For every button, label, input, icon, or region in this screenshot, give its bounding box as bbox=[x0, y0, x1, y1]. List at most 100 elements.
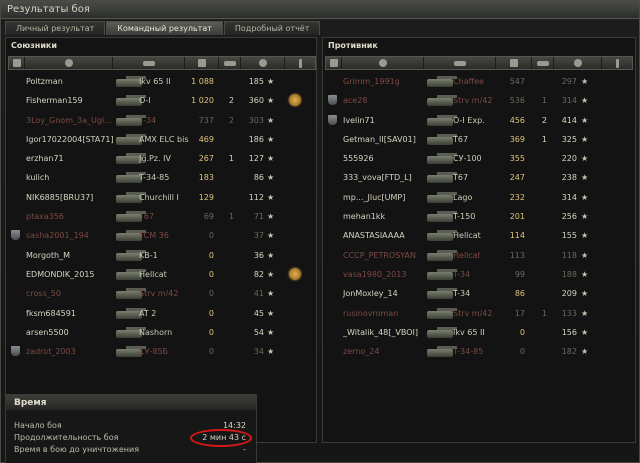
player-name: 333_vova[FTD_L] bbox=[343, 173, 412, 183]
player-name: _Witalik_48[_VBOI] bbox=[343, 327, 418, 337]
tab-team-result[interactable]: Командный результат bbox=[106, 21, 223, 35]
star-icon: ★ bbox=[267, 289, 275, 299]
damage-value: 201 bbox=[509, 212, 525, 222]
vehicle-icon bbox=[423, 227, 457, 243]
vehicle-name: T-34 bbox=[453, 269, 471, 279]
vehicle-name: Ikv 65 II bbox=[139, 77, 171, 86]
clan-column-header[interactable] bbox=[9, 57, 25, 69]
player-name: ace28 bbox=[343, 96, 368, 106]
damage-value: 247 bbox=[509, 173, 525, 183]
star-icon: ★ bbox=[581, 308, 589, 318]
xp-value: 297 bbox=[561, 77, 577, 86]
player-name: erzhan71 bbox=[26, 154, 64, 164]
player-column-header[interactable] bbox=[342, 57, 424, 69]
frags-value: 1 bbox=[541, 134, 547, 144]
damage-value: 0 bbox=[208, 347, 214, 357]
damage-value: 69 bbox=[203, 212, 214, 222]
star-icon: ★ bbox=[581, 327, 589, 337]
clan-emblem-icon bbox=[328, 95, 337, 106]
star-icon: ★ bbox=[581, 77, 589, 86]
xp-value: 314 bbox=[561, 192, 577, 202]
vehicle-icon bbox=[423, 285, 457, 301]
player-name: Fisherman159 bbox=[26, 96, 83, 106]
vehicle-name: Churchill I bbox=[139, 192, 179, 202]
damage-value: 0 bbox=[208, 250, 214, 260]
xp-value: 54 bbox=[253, 327, 264, 337]
achievement-medal-icon[interactable] bbox=[289, 94, 301, 107]
damage-column-header[interactable] bbox=[496, 57, 532, 69]
damage-value: 267 bbox=[198, 154, 214, 164]
player-name: CCCP_PETROSYAN bbox=[343, 250, 417, 260]
xp-column-header[interactable] bbox=[241, 57, 285, 69]
vehicle-name: Hellcat bbox=[139, 269, 167, 279]
vehicle-name: O-I bbox=[139, 96, 151, 106]
achievement-medal-icon[interactable] bbox=[289, 267, 301, 280]
player-name: JonMoxley_14 bbox=[343, 289, 398, 299]
frags-icon bbox=[223, 60, 236, 66]
damage-value: 129 bbox=[198, 192, 214, 202]
damage-value: 183 bbox=[198, 173, 214, 183]
star-icon: ★ bbox=[581, 154, 589, 164]
damage-value: 536 bbox=[509, 96, 525, 106]
vehicle-name: СУ-100 bbox=[453, 154, 482, 164]
vehicle-name: Nashorn bbox=[139, 327, 173, 337]
star-icon: ★ bbox=[267, 96, 275, 106]
vehicle-name: T-150 bbox=[453, 212, 476, 222]
damage-value: 17 bbox=[514, 308, 525, 318]
vehicle-column-header[interactable] bbox=[424, 57, 496, 69]
player-name: Morgoth_M bbox=[26, 250, 71, 260]
vehicle-icon bbox=[423, 150, 457, 166]
xp-value: 82 bbox=[253, 269, 264, 279]
damage-value: 355 bbox=[509, 154, 525, 164]
star-icon: ★ bbox=[581, 231, 589, 241]
damage-column-header[interactable] bbox=[185, 57, 219, 69]
star-icon: ★ bbox=[267, 115, 275, 125]
player-name: ptaxa356 bbox=[26, 212, 65, 222]
star-icon: ★ bbox=[581, 134, 589, 144]
xp-value: 86 bbox=[253, 173, 264, 183]
player-name: ANASTASIAAAA bbox=[343, 231, 405, 241]
frags-column-header[interactable] bbox=[532, 57, 554, 69]
star-icon: ★ bbox=[581, 192, 589, 202]
vehicle-name: KB-1 bbox=[139, 250, 158, 260]
damage-value: 737 bbox=[198, 115, 214, 125]
damage-value: 0 bbox=[208, 231, 214, 241]
vehicle-name: T67 bbox=[453, 173, 469, 183]
xp-value: 188 bbox=[561, 269, 577, 279]
clan-icon bbox=[12, 59, 21, 67]
frags-column-header[interactable] bbox=[219, 57, 241, 69]
xp-value: 41 bbox=[253, 289, 264, 299]
medal-column-header[interactable] bbox=[285, 57, 315, 69]
star-icon: ★ bbox=[267, 250, 275, 260]
vehicle-icon bbox=[423, 247, 457, 263]
vehicle-name: Strv m/42 bbox=[139, 289, 179, 299]
enemies-column-header bbox=[325, 56, 633, 70]
clan-column-header[interactable] bbox=[326, 57, 342, 69]
star-icon: ★ bbox=[581, 212, 589, 222]
xp-value: 36 bbox=[253, 250, 264, 260]
vehicle-name: T67 bbox=[139, 212, 155, 222]
damage-value: 547 bbox=[509, 77, 525, 86]
player-name: Ivelin71 bbox=[343, 115, 375, 125]
player-name: vasa1980_2013 bbox=[343, 269, 407, 279]
vehicle-name: T-34-85 bbox=[453, 347, 484, 357]
damage-value: 0 bbox=[519, 347, 525, 357]
damage-value: 469 bbox=[198, 134, 214, 144]
vehicle-column-header[interactable] bbox=[113, 57, 185, 69]
player-name: 3Loy_Gnom_3a_Ugl... bbox=[26, 115, 112, 125]
time-title: Время bbox=[6, 395, 256, 410]
frags-value: 2 bbox=[541, 115, 547, 125]
tab-detailed-report[interactable]: Подробный отчёт bbox=[223, 21, 321, 35]
player-name: Poltzman bbox=[26, 77, 63, 86]
battle-results-window: Результаты боя Личный результат Командны… bbox=[0, 0, 640, 463]
vehicle-name: T-34 bbox=[453, 289, 471, 299]
tab-personal-result[interactable]: Личный результат bbox=[5, 21, 106, 35]
xp-value: 45 bbox=[253, 308, 264, 318]
player-column-header[interactable] bbox=[25, 57, 113, 69]
xp-column-header[interactable] bbox=[554, 57, 602, 69]
vehicle-name: Ikv 65 II bbox=[453, 327, 485, 337]
frags-value: 2 bbox=[228, 96, 234, 106]
medal-column-header[interactable] bbox=[602, 57, 632, 69]
star-icon: ★ bbox=[581, 289, 589, 299]
star-icon: ★ bbox=[267, 308, 275, 318]
